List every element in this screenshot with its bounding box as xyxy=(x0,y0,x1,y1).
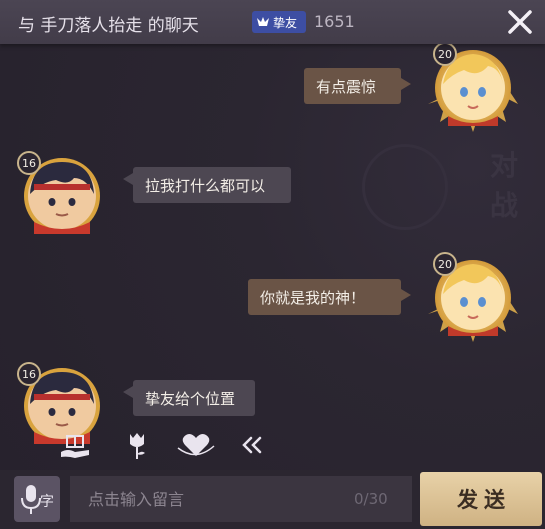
watermark: 对战 xyxy=(490,149,519,222)
watermark-emblem xyxy=(362,144,448,230)
friend-badge-icon xyxy=(257,17,269,26)
mic-translate-icon: 字 xyxy=(21,485,54,514)
friend-score: 1651 xyxy=(314,12,355,31)
message-bubble: 拉我打什么都可以 xyxy=(123,167,291,203)
level-badge: 20 xyxy=(433,252,457,276)
friend-badge: 挚友 xyxy=(252,11,306,33)
quick-actions xyxy=(58,428,288,464)
flower-icon xyxy=(130,433,145,459)
level-badge: 16 xyxy=(17,362,41,386)
voice-input-button[interactable]: 字 xyxy=(14,476,60,522)
collapse-icon xyxy=(242,436,262,454)
level-badge: 16 xyxy=(17,151,41,175)
chat-header: 与 手刀落人抬走 的聊天 挚友 1651 xyxy=(0,0,545,44)
heart-button[interactable] xyxy=(176,428,215,462)
collapse-button[interactable] xyxy=(236,428,270,462)
message-text: 挚友给个位置 xyxy=(145,389,236,408)
gift-button[interactable] xyxy=(58,428,92,462)
svg-text:字: 字 xyxy=(40,494,54,510)
input-bar: 字 0/30 发送 xyxy=(0,470,545,529)
chat-title: 与 手刀落人抬走 的聊天 xyxy=(18,16,199,36)
message-bubble: 有点震惊 xyxy=(304,68,411,104)
gift-icon xyxy=(61,435,89,458)
close-icon xyxy=(508,10,532,34)
friend-badge-label: 挚友 xyxy=(273,15,298,30)
message-text: 你就是我的神！ xyxy=(260,288,366,307)
char-count: 0/30 xyxy=(354,490,388,508)
send-button[interactable]: 发送 xyxy=(420,472,542,526)
message-text: 拉我打什么都可以 xyxy=(145,176,266,195)
heart-icon xyxy=(177,434,215,456)
chat-area[interactable]: 对战 有点震惊 20 16 拉我打什么都可以 你就是我的神！ 20 16 挚友给… xyxy=(0,44,545,470)
message-bubble: 你就是我的神！ xyxy=(248,279,411,315)
flower-button[interactable] xyxy=(120,428,154,462)
message-bubble: 挚友给个位置 xyxy=(123,380,255,416)
close-button[interactable] xyxy=(506,8,534,36)
message-text: 有点震惊 xyxy=(316,77,377,96)
